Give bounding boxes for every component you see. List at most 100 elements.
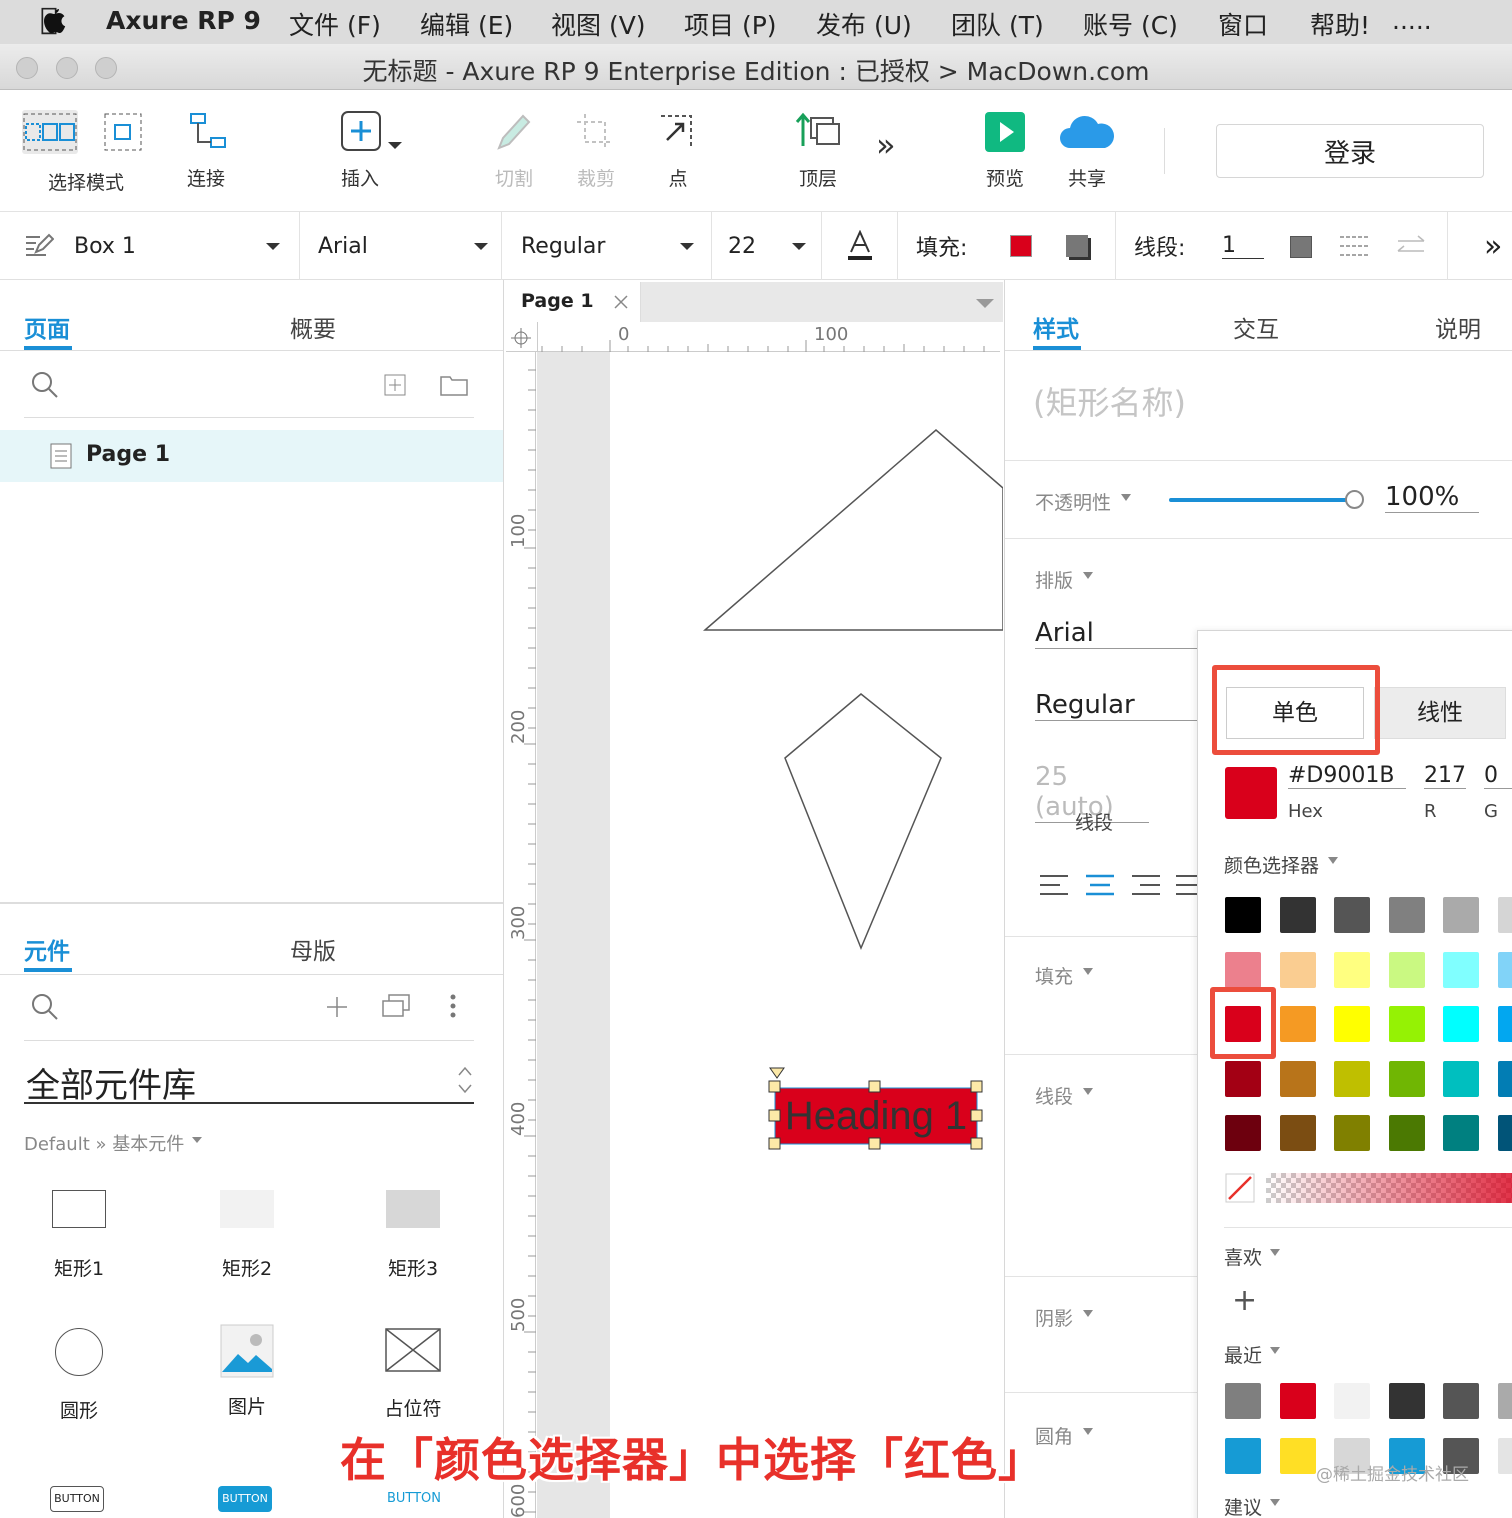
point-button[interactable]: 点 bbox=[650, 110, 706, 191]
weight-dropdown-icon[interactable] bbox=[680, 243, 694, 250]
arrow-style-icon[interactable] bbox=[1396, 234, 1426, 258]
color-swatch[interactable] bbox=[1498, 1383, 1512, 1419]
page-list-item[interactable]: Page 1 bbox=[0, 430, 503, 482]
color-swatch[interactable] bbox=[1443, 1115, 1480, 1152]
color-picker-dropdown-icon[interactable] bbox=[1328, 857, 1338, 864]
color-swatch[interactable] bbox=[1443, 1060, 1480, 1097]
color-swatch[interactable] bbox=[1279, 951, 1316, 988]
color-picker-label[interactable]: 颜色选择器 bbox=[1224, 851, 1319, 878]
line-section-label[interactable]: 线段 bbox=[1035, 1082, 1073, 1109]
opacity-slider-track[interactable] bbox=[1169, 498, 1355, 502]
color-swatch[interactable] bbox=[1388, 1383, 1425, 1419]
color-swatch[interactable] bbox=[1225, 1437, 1261, 1474]
opacity-label[interactable]: 不透明性 bbox=[1035, 488, 1111, 515]
menu-help[interactable]: 帮助! bbox=[1310, 6, 1370, 42]
library-window-icon[interactable] bbox=[382, 994, 410, 1018]
tab-style[interactable]: 样式 bbox=[1033, 310, 1079, 344]
menu-window[interactable]: 窗口 bbox=[1218, 6, 1268, 42]
color-swatch[interactable] bbox=[1279, 1437, 1316, 1474]
shadow-swatch[interactable] bbox=[1066, 235, 1088, 257]
recent-dropdown-icon[interactable] bbox=[1270, 1347, 1280, 1354]
close-tab-icon[interactable] bbox=[613, 294, 629, 310]
shadow-dropdown-icon[interactable] bbox=[1083, 1310, 1093, 1317]
typography-font[interactable]: Arial bbox=[1035, 618, 1215, 649]
color-swatch[interactable] bbox=[1279, 1060, 1316, 1097]
corner-dropdown-icon[interactable] bbox=[1083, 1428, 1093, 1435]
color-swatch[interactable] bbox=[1334, 897, 1371, 933]
line-width-value[interactable]: 1 bbox=[1222, 233, 1264, 259]
tab-notes[interactable]: 说明 bbox=[1435, 310, 1481, 344]
tab-list-dropdown-icon[interactable] bbox=[976, 299, 994, 308]
preview-button[interactable]: 预览 bbox=[980, 110, 1030, 191]
add-favorite-button[interactable]: + bbox=[1232, 1283, 1257, 1318]
menu-account[interactable]: 账号 (C) bbox=[1083, 6, 1178, 42]
library-path-dropdown-icon[interactable] bbox=[192, 1137, 202, 1143]
color-swatch[interactable] bbox=[1225, 897, 1261, 933]
typography-label[interactable]: 排版 bbox=[1035, 566, 1073, 593]
color-swatch[interactable] bbox=[1334, 1006, 1371, 1043]
color-swatch[interactable] bbox=[1443, 1006, 1480, 1043]
line-style-icon[interactable] bbox=[1340, 234, 1370, 258]
r-value[interactable]: 217 bbox=[1424, 763, 1466, 789]
font-select[interactable]: Arial bbox=[300, 212, 502, 280]
color-swatch[interactable] bbox=[1388, 1006, 1425, 1043]
color-swatch[interactable] bbox=[1443, 897, 1480, 933]
widget-button-outline[interactable]: BUTTON bbox=[50, 1486, 104, 1512]
fill-dropdown-icon[interactable] bbox=[1083, 968, 1093, 975]
widget-placeholder[interactable]: 占位符 bbox=[358, 1328, 468, 1428]
tab-widgets[interactable]: 元件 bbox=[24, 932, 70, 966]
format-more-button[interactable]: » bbox=[1484, 212, 1512, 280]
menu-publish[interactable]: 发布 (U) bbox=[816, 6, 912, 42]
align-justify-icon[interactable] bbox=[1175, 874, 1199, 896]
triangle-shape[interactable] bbox=[702, 429, 1003, 631]
search-icon[interactable] bbox=[30, 370, 60, 400]
opacity-dropdown-icon[interactable] bbox=[1121, 494, 1131, 501]
color-swatch[interactable] bbox=[1498, 1006, 1512, 1043]
color-swatch[interactable] bbox=[1443, 1383, 1480, 1419]
picker-tab-linear[interactable]: 线性 bbox=[1374, 687, 1506, 739]
color-swatch[interactable] bbox=[1498, 897, 1512, 933]
share-button[interactable]: 共享 bbox=[1056, 110, 1118, 191]
color-swatch[interactable] bbox=[1388, 1115, 1425, 1152]
typography-weight[interactable]: Regular bbox=[1035, 690, 1215, 721]
recent-label[interactable]: 最近 bbox=[1224, 1341, 1262, 1368]
toolbar-more-button[interactable]: » bbox=[876, 126, 896, 164]
color-swatch[interactable] bbox=[1279, 1115, 1316, 1152]
color-swatch[interactable] bbox=[1334, 1383, 1371, 1419]
color-swatch[interactable] bbox=[1334, 951, 1371, 988]
top-layer-button[interactable]: 顶层 bbox=[790, 110, 846, 191]
alpha-gradient-bar[interactable] bbox=[1266, 1173, 1512, 1203]
insert-button[interactable]: 插入 bbox=[330, 110, 390, 191]
tab-outline[interactable]: 概要 bbox=[290, 310, 336, 344]
font-size-select[interactable]: 22 bbox=[712, 212, 822, 280]
favorites-dropdown-icon[interactable] bbox=[1270, 1249, 1280, 1256]
line-section-dropdown-icon[interactable] bbox=[1083, 1088, 1093, 1095]
weight-select[interactable]: Regular bbox=[502, 212, 712, 280]
widget-circle[interactable]: 圆形 bbox=[24, 1328, 134, 1428]
align-center-icon[interactable] bbox=[1085, 874, 1115, 896]
color-swatch[interactable] bbox=[1334, 1115, 1371, 1152]
color-swatch[interactable] bbox=[1334, 1060, 1371, 1097]
widget-button-primary[interactable]: BUTTON bbox=[218, 1486, 272, 1512]
font-size-dropdown-icon[interactable] bbox=[792, 243, 806, 250]
library-select[interactable]: 全部元件库 bbox=[26, 1058, 196, 1107]
widget-name-field[interactable]: Box 1 bbox=[0, 212, 300, 280]
insert-dropdown-icon[interactable] bbox=[388, 142, 402, 149]
color-swatch[interactable] bbox=[1498, 1115, 1512, 1152]
line-color-swatch[interactable] bbox=[1290, 236, 1312, 258]
menu-team[interactable]: 团队 (T) bbox=[951, 6, 1044, 42]
font-dropdown-icon[interactable] bbox=[474, 243, 488, 250]
fill-section-label[interactable]: 填充 bbox=[1035, 962, 1073, 989]
cut-button[interactable]: 切割 bbox=[486, 110, 542, 191]
menu-edit[interactable]: 编辑 (E) bbox=[420, 6, 513, 42]
color-swatch[interactable] bbox=[1498, 1437, 1512, 1474]
menu-more[interactable]: ..... bbox=[1392, 6, 1432, 35]
add-library-icon[interactable] bbox=[326, 996, 348, 1018]
widget-rect2[interactable]: 矩形2 bbox=[192, 1186, 302, 1286]
color-swatch[interactable] bbox=[1279, 897, 1316, 933]
connect-button[interactable]: 连接 bbox=[176, 110, 236, 191]
widget-search-icon[interactable] bbox=[30, 992, 60, 1022]
typography-dropdown-icon[interactable] bbox=[1083, 572, 1093, 579]
widget-image[interactable]: 图片 bbox=[192, 1324, 302, 1428]
widget-name-dropdown-icon[interactable] bbox=[266, 243, 280, 250]
